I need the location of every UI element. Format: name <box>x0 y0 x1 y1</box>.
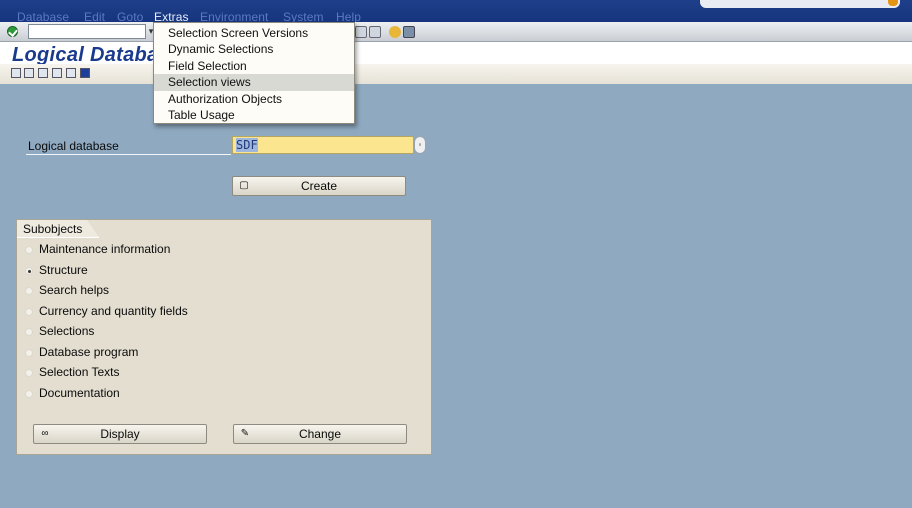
radio-label: Maintenance information <box>39 242 171 256</box>
radio-maintenance-information[interactable]: Maintenance information <box>25 240 170 258</box>
extras-dropdown-menu: Selection Screen Versions Dynamic Select… <box>153 22 355 124</box>
window-close-icon[interactable] <box>888 0 898 6</box>
radio-button[interactable] <box>25 349 33 357</box>
create-icon: ▢ <box>239 180 249 191</box>
radio-label: Selection Texts <box>39 365 120 379</box>
radio-label: Structure <box>39 263 88 277</box>
new-session-icon[interactable] <box>355 26 367 38</box>
standard-toolbar: ▾ <box>0 22 912 42</box>
label-underline <box>26 154 231 155</box>
pencil-icon: ✎ <box>240 428 250 439</box>
radio-label: Documentation <box>39 386 120 400</box>
change-button-label: Change <box>298 427 342 441</box>
copy-icon[interactable] <box>52 68 62 78</box>
logical-database-value: SDF <box>236 138 258 152</box>
shortcut-icon[interactable] <box>369 26 381 38</box>
radio-structure[interactable]: Structure <box>25 261 88 279</box>
radio-database-program[interactable]: Database program <box>25 343 138 361</box>
glasses-icon: ∞ <box>41 428 49 439</box>
change-button[interactable]: ✎ Change <box>233 424 407 444</box>
layout-icon[interactable] <box>403 26 415 38</box>
radio-label: Selections <box>39 324 95 338</box>
radio-selections[interactable]: Selections <box>25 322 94 340</box>
menu-item-selection-screen-versions[interactable]: Selection Screen Versions <box>154 25 354 41</box>
application-toolbar <box>0 64 912 84</box>
radio-button[interactable] <box>25 308 33 316</box>
delete-icon[interactable] <box>38 68 48 78</box>
radio-currency-quantity-fields[interactable]: Currency and quantity fields <box>25 302 188 320</box>
radio-label: Database program <box>39 345 139 359</box>
logical-database-label: Logical database <box>28 139 119 153</box>
subobjects-title: Subobjects <box>17 220 100 238</box>
other-object-icon[interactable] <box>11 68 21 78</box>
display-change-icon[interactable] <box>24 68 34 78</box>
command-field[interactable] <box>28 24 146 39</box>
help-icon[interactable] <box>389 26 401 38</box>
create-button[interactable]: ▢ Create <box>232 176 406 196</box>
radio-button[interactable] <box>25 246 33 254</box>
menu-bar: Database Edit Goto Extras Environment Sy… <box>0 0 912 24</box>
radio-button[interactable] <box>25 369 33 377</box>
info-icon[interactable] <box>80 68 90 78</box>
menu-item-table-usage[interactable]: Table Usage <box>154 107 354 123</box>
radio-selection-texts[interactable]: Selection Texts <box>25 363 120 381</box>
radio-button[interactable] <box>25 328 33 336</box>
menu-item-selection-views[interactable]: Selection views <box>154 74 354 91</box>
radio-search-helps[interactable]: Search helps <box>25 281 109 299</box>
menu-item-dynamic-selections[interactable]: Dynamic Selections <box>154 41 354 57</box>
where-used-icon[interactable] <box>66 68 76 78</box>
radio-button[interactable] <box>25 390 33 398</box>
radio-button[interactable] <box>25 287 33 295</box>
display-button-label: Display <box>100 427 140 441</box>
enter-icon[interactable] <box>7 26 18 37</box>
window-controls <box>700 0 900 8</box>
radio-documentation[interactable]: Documentation <box>25 384 120 402</box>
menu-item-field-selection[interactable]: Field Selection <box>154 58 354 74</box>
value-help-icon[interactable]: ◦ <box>414 136 426 154</box>
radio-label: Currency and quantity fields <box>39 304 188 318</box>
title-bar: Logical Databa <box>0 42 912 66</box>
radio-button-selected[interactable] <box>25 267 33 275</box>
create-button-label: Create <box>300 179 338 193</box>
radio-label: Search helps <box>39 283 110 297</box>
logical-database-input[interactable]: SDF <box>232 136 414 154</box>
menu-item-authorization-objects[interactable]: Authorization Objects <box>154 91 354 107</box>
display-button[interactable]: ∞ Display <box>33 424 207 444</box>
subobjects-group: Subobjects Maintenance information Struc… <box>16 219 432 455</box>
